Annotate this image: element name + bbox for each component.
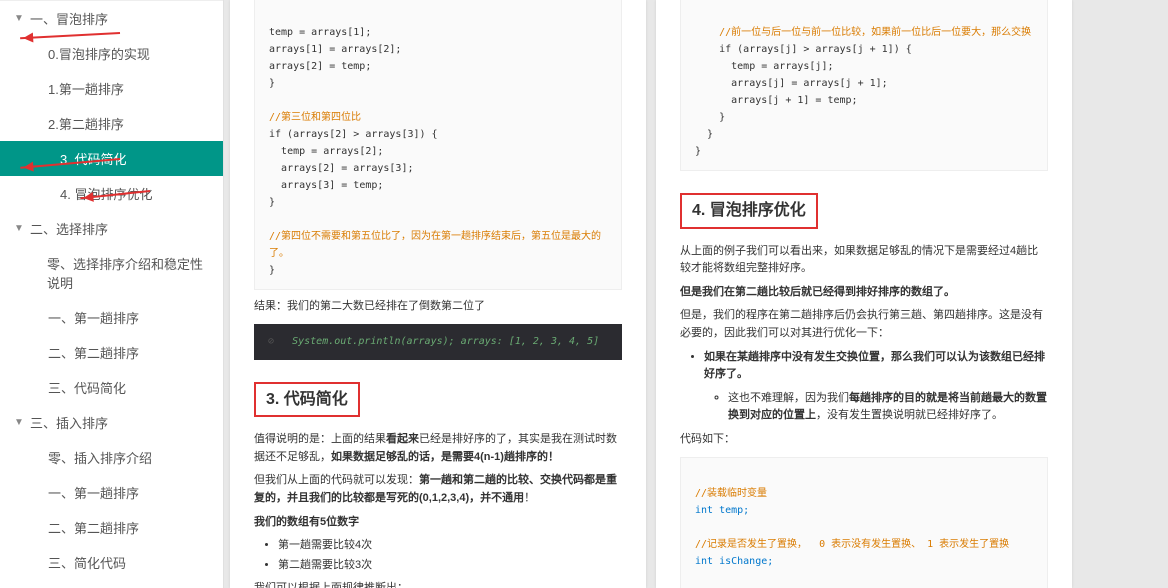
list-item: 如果在某趟排序中没有发生交换位置，那么我们可以认为该数组已经排好序了。 这也不难…: [704, 349, 1048, 425]
toc-item-5[interactable]: ▶4. 冒泡排序优化: [0, 176, 223, 211]
list: 如果在某趟排序中没有发生交换位置，那么我们可以认为该数组已经排好序了。 这也不难…: [704, 349, 1048, 425]
toc-item-8[interactable]: ▶一、第一趟排序: [0, 300, 223, 335]
code-block-snippet-1: temp = arrays[1]; arrays[1] = arrays[2];…: [254, 0, 622, 290]
toc-item-label: 三、插入排序: [30, 413, 108, 432]
toc-item-12[interactable]: ▶零、插入排序介绍: [0, 440, 223, 475]
section-4-heading: 4. 冒泡排序优化: [680, 193, 818, 229]
content-area: temp = arrays[1]; arrays[1] = arrays[2];…: [224, 0, 1168, 588]
toc-item-label: 二、选择排序: [30, 219, 108, 238]
para: 但是我们在第二趟比较后就已经得到排好排序的数组了。: [680, 284, 1048, 302]
toc-item-2[interactable]: ▶1.第一趟排序: [0, 71, 223, 106]
para: 我们可以根据上面规律推断出：: [254, 580, 622, 588]
para: 但是，我们的程序在第二趟排序后仍会执行第三趟、第四趟排序。这是没有必要的，因此我…: [680, 307, 1048, 342]
para: 值得说明的是：上面的结果看起来已经是排好序的了，其实是我在测试时数据还不足够乱，…: [254, 431, 622, 466]
list-item: 这也不难理解，因为我们每趟排序的目的就是将当前趟最大的数置换到对应的位置上，没有…: [728, 390, 1048, 425]
para: 我们的数组有5位数字: [254, 514, 622, 532]
toc-item-3[interactable]: ▶2.第二趟排序: [0, 106, 223, 141]
page-2: //前一位与后一位与前一位比较，如果前一位比后一位要大，那么交换 if (arr…: [656, 0, 1072, 588]
toc-item-label: 1.第一趟排序: [48, 79, 124, 98]
chevron-down-icon: ▼: [14, 13, 24, 24]
toc-item-label: 2.第二趟排序: [48, 114, 124, 133]
para: 从上面的例子我们可以看出来，如果数据足够乱的情况下是需要经过4趟比较才能将数组完…: [680, 243, 1048, 278]
page-1: temp = arrays[1]; arrays[1] = arrays[2];…: [230, 0, 646, 588]
toc-item-9[interactable]: ▶二、第二趟排序: [0, 335, 223, 370]
toc-item-label: 三、简化代码: [48, 553, 126, 572]
toc-item-label: 二、第二趟排序: [48, 343, 139, 362]
section-3-heading: 3. 代码简化: [254, 382, 360, 418]
toc-item-4[interactable]: ▶3. 代码简化: [0, 141, 223, 176]
toc-item-14[interactable]: ▶二、第二趟排序: [0, 510, 223, 545]
chevron-down-icon: ▼: [14, 417, 24, 428]
code-block-swap: //前一位与后一位与前一位比较，如果前一位比后一位要大，那么交换 if (arr…: [680, 0, 1048, 171]
para: 代码如下：: [680, 431, 1048, 449]
code-block-optimized: //装载临时变量 int temp; //记录是否发生了置换， 0 表示没有发生…: [680, 457, 1048, 588]
toc-item-6[interactable]: ▼ 二、选择排序: [0, 211, 223, 246]
toc-item-label: 一、冒泡排序: [30, 9, 108, 28]
toc-item-13[interactable]: ▶一、第一趟排序: [0, 475, 223, 510]
list-item: 第一趟需要比较4次: [278, 537, 622, 555]
toc-item-label: 二、第二趟排序: [48, 518, 139, 537]
toc-item-7[interactable]: ▶零、选择排序介绍和稳定性说明: [0, 246, 223, 300]
toc-item-10[interactable]: ▶三、代码简化: [0, 370, 223, 405]
list: 第一趟需要比较4次 第二趟需要比较3次: [278, 537, 622, 574]
toc-sidebar: ▼ 一、冒泡排序 ▶0.冒泡排序的实现▶1.第一趟排序▶2.第二趟排序▶3. 代码简…: [0, 0, 224, 588]
list-item: 第二趟需要比较3次: [278, 557, 622, 575]
toc-item-label: 三、代码简化: [48, 378, 126, 397]
toc-item-label: 零、插入排序介绍: [48, 448, 152, 467]
console-output: ⊘ System.out.println(arrays); arrays: [1…: [254, 324, 622, 360]
toc-item-1[interactable]: ▶0.冒泡排序的实现: [0, 36, 223, 71]
toc-item-label: 一、第一趟排序: [48, 483, 139, 502]
chevron-down-icon: ▼: [14, 223, 24, 234]
toc-item-label: 零、选择排序介绍和稳定性说明: [47, 254, 211, 292]
result-text: 结果：我们的第二大数已经排在了倒数第二位了: [254, 298, 622, 316]
para: 但我们从上面的代码就可以发现：第一趟和第二趟的比较、交换代码都是重复的，并且我们…: [254, 472, 622, 507]
toc-item-label: 3. 代码简化: [60, 149, 126, 168]
toc-item-label: 4. 冒泡排序优化: [60, 184, 152, 203]
toc-item-16[interactable]: ▶四、快速排序: [0, 580, 223, 588]
toc-item-label: 0.冒泡排序的实现: [48, 44, 150, 63]
toc-item-11[interactable]: ▼ 三、插入排序: [0, 405, 223, 440]
toc-item-label: 一、第一趟排序: [48, 308, 139, 327]
toc-item-0[interactable]: ▼ 一、冒泡排序: [0, 1, 223, 36]
toc-item-15[interactable]: ▶三、简化代码: [0, 545, 223, 580]
